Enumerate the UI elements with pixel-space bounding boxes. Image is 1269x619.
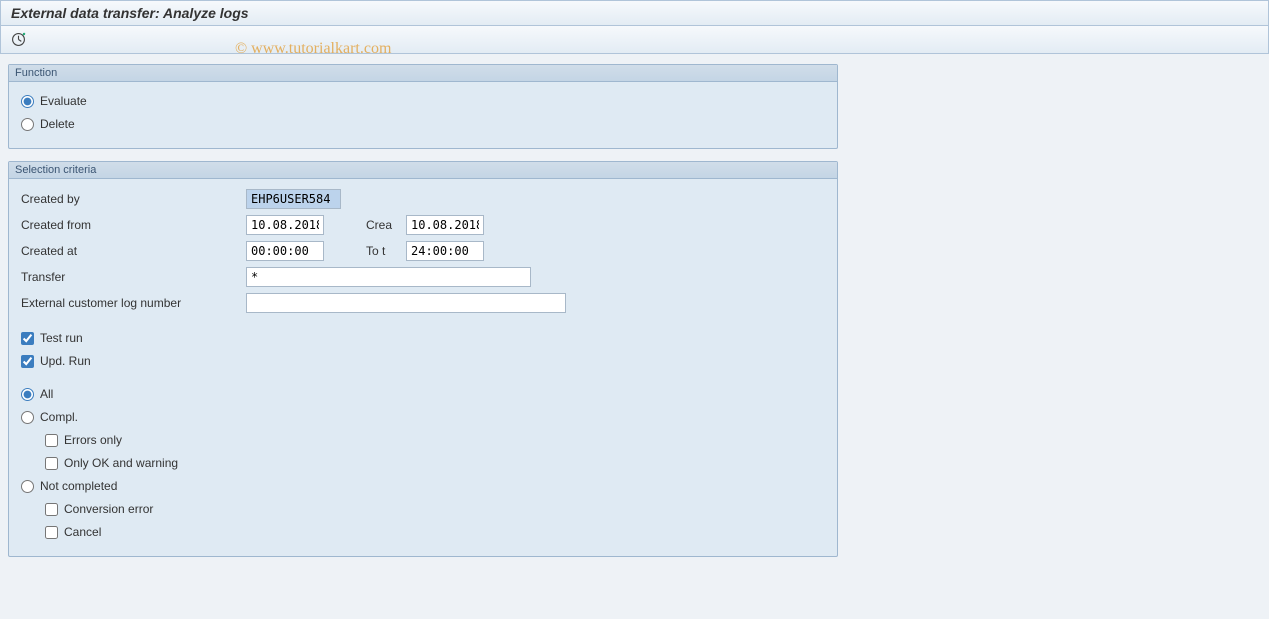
created-to-time-label: To t xyxy=(366,244,406,258)
created-to-date-input[interactable] xyxy=(406,215,484,235)
ok-warning-checkbox[interactable] xyxy=(45,457,58,470)
upd-run-checkbox[interactable] xyxy=(21,355,34,368)
created-at-label: Created at xyxy=(21,244,246,258)
created-at-input[interactable] xyxy=(246,241,324,261)
selection-criteria-group: Selection criteria Created by Created fr… xyxy=(8,161,838,557)
not-completed-label: Not completed xyxy=(40,479,117,493)
ok-warning-label: Only OK and warning xyxy=(64,456,178,470)
created-from-label: Created from xyxy=(21,218,246,232)
test-run-label: Test run xyxy=(40,331,83,345)
evaluate-radio[interactable] xyxy=(21,95,34,108)
transfer-input[interactable] xyxy=(246,267,531,287)
conversion-error-label: Conversion error xyxy=(64,502,153,516)
execute-icon[interactable] xyxy=(9,31,27,49)
not-completed-radio[interactable] xyxy=(21,480,34,493)
created-from-input[interactable] xyxy=(246,215,324,235)
upd-run-label: Upd. Run xyxy=(40,354,91,368)
cancel-label: Cancel xyxy=(64,525,101,539)
created-by-input[interactable] xyxy=(246,189,341,209)
content-area: Function Evaluate Delete Selection crite… xyxy=(0,54,1269,579)
selection-group-title: Selection criteria xyxy=(9,162,837,179)
transfer-label: Transfer xyxy=(21,270,246,284)
title-bar: External data transfer: Analyze logs xyxy=(0,0,1269,26)
test-run-checkbox[interactable] xyxy=(21,332,34,345)
function-group-title: Function xyxy=(9,65,837,82)
compl-radio[interactable] xyxy=(21,411,34,424)
page-title: External data transfer: Analyze logs xyxy=(11,5,249,21)
all-radio[interactable] xyxy=(21,388,34,401)
ext-log-label: External customer log number xyxy=(21,296,246,310)
delete-label: Delete xyxy=(40,117,75,131)
function-group: Function Evaluate Delete xyxy=(8,64,838,149)
compl-label: Compl. xyxy=(40,410,78,424)
conversion-error-checkbox[interactable] xyxy=(45,503,58,516)
created-by-label: Created by xyxy=(21,192,246,206)
ext-log-input[interactable] xyxy=(246,293,566,313)
created-to-time-input[interactable] xyxy=(406,241,484,261)
errors-only-label: Errors only xyxy=(64,433,122,447)
cancel-checkbox[interactable] xyxy=(45,526,58,539)
created-to-date-label: Crea xyxy=(366,218,406,232)
errors-only-checkbox[interactable] xyxy=(45,434,58,447)
delete-radio[interactable] xyxy=(21,118,34,131)
all-label: All xyxy=(40,387,53,401)
evaluate-label: Evaluate xyxy=(40,94,87,108)
toolbar xyxy=(0,26,1269,54)
